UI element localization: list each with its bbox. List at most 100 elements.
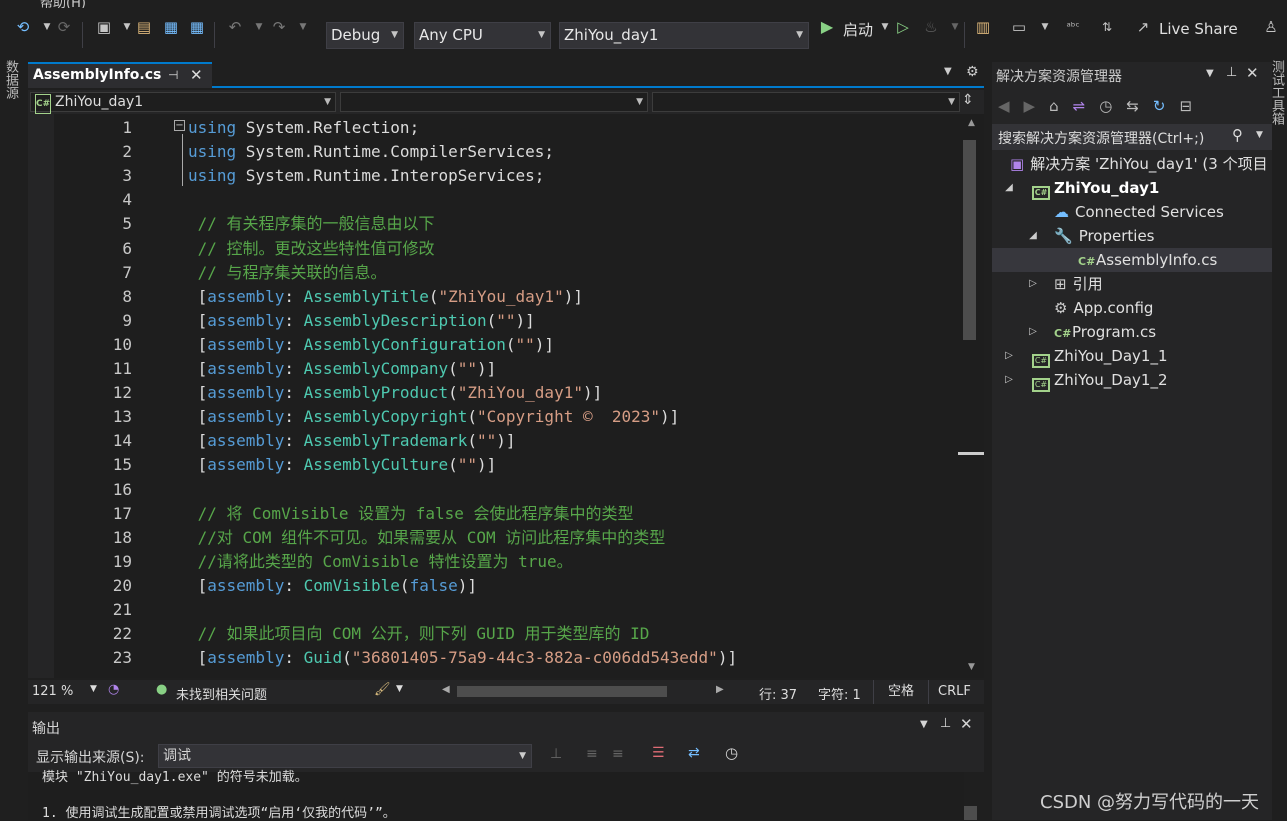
start-icon[interactable]: ▶ <box>818 18 836 36</box>
expand-arrow-icon[interactable]: ▷ <box>1002 350 1016 361</box>
scroll-up-icon[interactable]: ▲ <box>968 118 975 128</box>
back-icon[interactable]: ◀ <box>998 97 1010 115</box>
platform-combo[interactable]: Any CPU ▼ <box>414 22 551 49</box>
code-editor[interactable]: 1 using System.Reflection; 2 using System.R… <box>28 114 964 678</box>
line-ending-status[interactable]: CRLF <box>938 684 971 699</box>
ear-icon[interactable]: ◔ <box>108 682 119 697</box>
output-scrollbar-thumb[interactable] <box>964 806 977 820</box>
clear-all-icon[interactable]: ☰ <box>652 745 665 761</box>
collapse-arrow-icon[interactable]: ◢ <box>1026 230 1040 241</box>
type-nav-combo[interactable]: ▼ <box>340 92 648 112</box>
pin-icon[interactable]: ⊣ <box>168 64 178 86</box>
word-wrap-icon[interactable]: ⇄ <box>688 745 700 761</box>
new-item-icon[interactable]: ▣ <box>95 18 113 36</box>
solution-search-input[interactable]: 搜索解决方案资源管理器(Ctrl+;) ⚲ ▼ <box>992 124 1272 150</box>
tree-item-program[interactable]: C#Program.cs <box>1054 320 1156 344</box>
tree-item-app-config[interactable]: ⚙ App.config <box>1054 296 1153 320</box>
next-message-icon[interactable]: ≡ <box>612 746 624 762</box>
start-dropdown-icon[interactable]: ▼ <box>876 18 894 36</box>
config-combo[interactable]: Debug ▼ <box>326 22 404 49</box>
pin-icon[interactable]: ⊥ <box>940 716 951 731</box>
tree-item-references[interactable]: ⊞ 引用 <box>1054 272 1103 296</box>
sync-icon[interactable]: ⇆ <box>1126 97 1139 115</box>
pin-icon[interactable]: ⊥ <box>1226 65 1237 80</box>
open-folder-icon[interactable]: ▤ <box>135 18 153 36</box>
startup-project-combo[interactable]: ZhiYou_day1 ▼ <box>559 22 809 49</box>
clock-icon[interactable]: ◷ <box>725 744 738 762</box>
output-options-icon[interactable]: ▼ <box>920 719 928 730</box>
new-item-dropdown-icon[interactable]: ▼ <box>118 18 136 36</box>
pending-changes-icon[interactable]: ◷ <box>1099 97 1112 115</box>
hot-reload-dropdown-icon[interactable]: ▼ <box>946 18 964 36</box>
back-dropdown-icon[interactable]: ▼ <box>38 18 56 36</box>
scroll-right-icon[interactable]: ▶ <box>716 684 724 695</box>
forward-icon[interactable]: ▶ <box>1024 97 1036 115</box>
refresh-icon[interactable]: ↻ <box>1153 97 1166 115</box>
se-options-icon[interactable]: ▼ <box>1206 68 1214 79</box>
tree-item-assemblyinfo[interactable]: C#AssemblyInfo.cs <box>992 248 1272 272</box>
tree-item-connected-services[interactable]: ☁ Connected Services <box>1054 200 1224 224</box>
toolbox-tab[interactable]: 测试工具箱 <box>1269 60 1286 125</box>
explorer-folder-icon[interactable]: ▥ <box>974 18 992 36</box>
expand-arrow-icon[interactable]: ▷ <box>1026 326 1040 337</box>
scrollbar-thumb[interactable] <box>963 140 976 340</box>
tab-list-dropdown-icon[interactable]: ▼ <box>944 66 952 77</box>
collapse-arrow-icon[interactable]: ◢ <box>1002 182 1016 193</box>
save-all-icon[interactable]: ▦ <box>188 18 206 36</box>
redo-dropdown-icon[interactable]: ▼ <box>294 18 312 36</box>
scroll-down-icon[interactable]: ▼ <box>968 662 975 672</box>
layout-dropdown-icon[interactable]: ▼ <box>1036 18 1054 36</box>
tree-item-project[interactable]: C# ZhiYou_Day1_1 <box>1032 344 1168 368</box>
member-nav-combo[interactable]: ▼ <box>652 92 960 112</box>
tree-item-project[interactable]: C# ZhiYou_Day1_2 <box>1032 368 1168 392</box>
find-message-icon[interactable]: ⊥ <box>550 746 562 762</box>
zoom-level[interactable]: 121 % <box>32 684 73 699</box>
scroll-left-icon[interactable]: ◀ <box>442 684 450 695</box>
cleanup-dropdown-icon[interactable]: ▼ <box>396 684 403 694</box>
tree-item-solution[interactable]: ▣ 解决方案 'ZhiYou_day1' (3 个项目 <box>1010 152 1268 176</box>
horizontal-scrollbar-thumb[interactable] <box>457 686 667 697</box>
redo-icon[interactable]: ↷ <box>270 18 288 36</box>
account-icon[interactable]: ♙ <box>1262 18 1280 36</box>
tree-item-properties[interactable]: 🔧 Properties <box>1054 224 1155 248</box>
back-icon[interactable]: ⟲ <box>14 18 32 36</box>
collapse-icon[interactable]: − <box>174 120 185 131</box>
toolbar-overflow-icon[interactable]: ⇅ <box>1098 18 1116 36</box>
expand-arrow-icon[interactable]: ▷ <box>1026 278 1040 289</box>
collapse-all-icon[interactable]: ⊟ <box>1179 97 1192 115</box>
expand-arrow-icon[interactable]: ▷ <box>1002 374 1016 385</box>
undo-dropdown-icon[interactable]: ▼ <box>250 18 268 36</box>
prev-message-icon[interactable]: ≡ <box>586 746 598 762</box>
save-icon[interactable]: ▦ <box>162 18 180 36</box>
code-cleanup-icon[interactable]: 🖌 <box>374 682 391 697</box>
line-number-status[interactable]: 行: 37 <box>759 684 797 703</box>
layout-icon[interactable]: ▭ <box>1010 18 1028 36</box>
switch-views-icon[interactable]: ⇌ <box>1073 97 1086 115</box>
search-options-icon[interactable]: ▼ <box>1256 130 1263 140</box>
gear-icon[interactable]: ⚙ <box>966 64 979 80</box>
spellcheck-icon[interactable]: ᵃᵇᶜ <box>1064 18 1082 36</box>
project-nav-combo[interactable]: C# ZhiYou_day1 ▼ <box>30 92 336 114</box>
home-icon[interactable]: ⌂ <box>1049 97 1059 115</box>
output-source-combo[interactable]: 调试 ▼ <box>158 744 532 768</box>
tab-assemblyinfo[interactable]: AssemblyInfo.cs ⊣ ✕ <box>28 62 212 88</box>
zoom-dropdown-icon[interactable]: ▼ <box>90 684 97 694</box>
forward-icon[interactable]: ⟳ <box>55 18 73 36</box>
issues-status[interactable]: 未找到相关问题 <box>176 684 267 703</box>
output-content[interactable]: 模块 "ZhiYou_day1.exe" 的符号未加载。 1. 使用调试生成配置… <box>28 770 977 821</box>
start-without-debug-icon[interactable]: ▷ <box>894 18 912 36</box>
start-button[interactable]: 启动 <box>843 19 873 40</box>
close-icon[interactable]: ✕ <box>960 715 973 733</box>
close-icon[interactable]: ✕ <box>1246 64 1259 82</box>
undo-icon[interactable]: ↶ <box>226 18 244 36</box>
hot-reload-icon[interactable]: ♨ <box>922 18 940 36</box>
live-share-icon[interactable]: ↗ <box>1134 18 1152 36</box>
whitespace-status[interactable]: 空格 <box>873 680 929 704</box>
live-share-button[interactable]: Live Share <box>1159 20 1238 38</box>
close-icon[interactable]: ✕ <box>190 64 203 86</box>
tree-item-project[interactable]: C# ZhiYou_day1 <box>1032 176 1159 200</box>
split-editor-icon[interactable]: ⇕ <box>962 92 974 108</box>
column-status[interactable]: 字符: 1 <box>818 684 861 703</box>
data-sources-tab[interactable]: 数据源 <box>2 60 20 99</box>
search-icon[interactable]: ⚲ <box>1232 126 1243 144</box>
